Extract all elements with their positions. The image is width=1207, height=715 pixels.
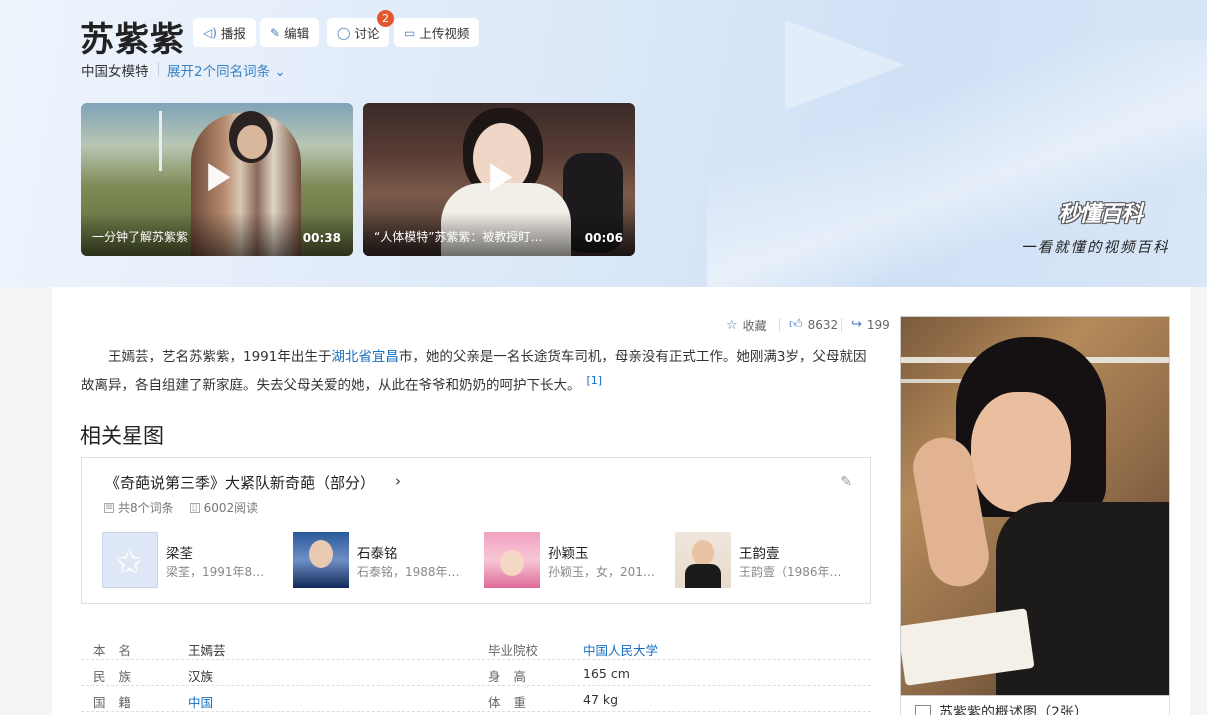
share-button[interactable]: ↪ 199 bbox=[851, 317, 890, 332]
divider bbox=[779, 318, 780, 332]
star-map-person[interactable]: 孙颖玉 孙颖玉，女，2016… bbox=[484, 532, 664, 588]
play-icon bbox=[208, 162, 231, 191]
info-value: 汉族 bbox=[188, 669, 214, 684]
header-banner: 苏紫紫 ◁) 播报 ✎ 编辑 ◯ 讨论 2 ▭ 上传视频 中国女模特 展开2个同… bbox=[0, 0, 1207, 287]
person-name: 孙颖玉 bbox=[548, 546, 589, 562]
star-map-person[interactable]: ✩ 梁荃 梁荃，1991年8月… bbox=[102, 532, 282, 588]
info-value-link[interactable]: 中国人民大学 bbox=[583, 640, 658, 659]
avatar bbox=[675, 532, 731, 588]
broadcast-label: 播报 bbox=[220, 26, 246, 41]
avatar-detail bbox=[500, 550, 524, 576]
basic-info-row: 民族 汉族 身高 165 cm bbox=[81, 660, 871, 686]
chat-bubble-icon: ◯ bbox=[337, 25, 351, 40]
banner-decoration bbox=[785, 20, 905, 110]
upload-video-button[interactable]: ▭ 上传视频 bbox=[394, 18, 480, 47]
favorite-label: 收藏 bbox=[742, 319, 767, 333]
read-count: 6002阅读 bbox=[203, 501, 259, 515]
person-name: 石泰铭 bbox=[357, 546, 398, 562]
pencil-icon: ✎ bbox=[270, 25, 281, 40]
basic-info-row: 国籍 中国 体重 47 kg bbox=[81, 686, 871, 712]
star-map-person[interactable]: 石泰铭 石泰铭，1988年8… bbox=[293, 532, 473, 588]
video-card[interactable]: 一分钟了解苏紫紫 00:38 bbox=[81, 103, 353, 256]
favorite-button[interactable]: ☆ 收藏 bbox=[726, 317, 767, 334]
broadcast-button[interactable]: ◁) 播报 bbox=[193, 18, 256, 47]
video-duration: 00:38 bbox=[302, 231, 341, 245]
edit-label: 编辑 bbox=[284, 26, 310, 41]
star-icon: ☆ bbox=[726, 318, 738, 333]
basic-info-row: 本名 王嫣芸 毕业院校 中国人民大学 bbox=[81, 634, 871, 660]
expand-label: 展开2个同名词条 bbox=[167, 64, 271, 80]
person-name: 梁荃 bbox=[166, 546, 193, 562]
play-icon bbox=[490, 162, 513, 191]
chevron-right-icon[interactable]: › bbox=[395, 472, 401, 490]
list-icon: ≡ bbox=[104, 501, 114, 513]
chevron-down-icon: ⌄ bbox=[274, 64, 286, 80]
video-title: 一分钟了解苏紫紫 bbox=[92, 230, 189, 244]
pencil-icon[interactable]: ✎ bbox=[840, 474, 852, 490]
upload-video-label: 上传视频 bbox=[419, 26, 470, 41]
thumbs-up-icon: 👍︎ bbox=[789, 317, 803, 332]
share-count: 199 bbox=[866, 317, 890, 332]
entry-count: 共8个词条 bbox=[118, 501, 174, 515]
info-value: 47 kg bbox=[583, 692, 619, 707]
intro-text: 王嫣芸，艺名苏紫紫，1991年出生于 bbox=[108, 349, 332, 365]
info-key: 体重 bbox=[488, 695, 540, 710]
image-icon bbox=[915, 705, 931, 715]
star-map-title[interactable]: 《奇葩说第三季》大紧队新奇葩（部分） bbox=[105, 472, 375, 493]
summary-photo[interactable] bbox=[900, 316, 1170, 696]
hometown-link[interactable]: 湖北省宜昌 bbox=[331, 349, 399, 365]
divider bbox=[841, 318, 842, 332]
video-card[interactable]: “人体模特”苏紫紫：被教授盯着不放… 00:06 bbox=[363, 103, 635, 256]
photo-detail bbox=[971, 392, 1071, 512]
avatar-detail bbox=[685, 564, 721, 588]
entry-subtitle: 中国女模特 bbox=[81, 64, 149, 80]
brand-slogan: 一看就懂的视频百科 bbox=[1021, 240, 1170, 256]
summary-photo-caption[interactable]: 苏紫紫的概述图（2张） bbox=[900, 696, 1170, 715]
share-icon: ↪ bbox=[851, 317, 862, 332]
person-desc: 孙颖玉，女，2016… bbox=[548, 565, 656, 579]
person-desc: 梁荃，1991年8月… bbox=[166, 565, 274, 579]
info-key: 身高 bbox=[488, 669, 540, 684]
info-key: 毕业院校 bbox=[488, 643, 539, 658]
edit-button[interactable]: ✎ 编辑 bbox=[260, 18, 320, 47]
info-value-link[interactable]: 中国 bbox=[188, 692, 213, 711]
avatar-detail bbox=[309, 540, 333, 568]
avatar: ✩ bbox=[102, 532, 158, 588]
info-key: 国籍 bbox=[93, 695, 145, 710]
video-duration: 00:06 bbox=[584, 231, 623, 245]
caption-text: 苏紫紫的概述图（2张） bbox=[939, 705, 1088, 715]
expand-homonyms-link[interactable]: 展开2个同名词条 ⌄ bbox=[167, 60, 286, 80]
avatar-detail bbox=[692, 540, 714, 566]
brand-logo: 秒懂百科 bbox=[1058, 202, 1143, 227]
like-button[interactable]: 👍︎ 8632 bbox=[789, 317, 838, 332]
star-map-heading: 相关星图 bbox=[80, 424, 164, 448]
info-value: 王嫣芸 bbox=[188, 643, 226, 658]
star-map-person[interactable]: 王韵壹 王韵壹（1986年6… bbox=[675, 532, 855, 588]
person-desc: 石泰铭，1988年8… bbox=[357, 565, 465, 579]
reference-link[interactable]: [1] bbox=[587, 374, 603, 387]
person-desc: 王韵壹（1986年6… bbox=[739, 565, 847, 579]
person-name: 王韵壹 bbox=[739, 546, 780, 562]
like-count: 8632 bbox=[807, 317, 839, 332]
video-camera-icon: ▭ bbox=[404, 25, 416, 40]
discuss-label: 讨论 bbox=[354, 26, 380, 41]
video-title: “人体模特”苏紫紫：被教授盯着不放… bbox=[374, 230, 554, 244]
book-icon: ▯ bbox=[189, 502, 200, 513]
avatar bbox=[484, 532, 540, 588]
info-value: 165 cm bbox=[583, 666, 630, 681]
star-map-box: 《奇葩说第三季》大紧队新奇葩（部分） › ✎ ≡ 共8个词条 ▯ 6002阅读 … bbox=[81, 457, 871, 604]
info-key: 民族 bbox=[93, 669, 145, 684]
star-placeholder-icon: ✩ bbox=[116, 543, 143, 581]
discuss-count-badge: 2 bbox=[377, 10, 394, 27]
info-key: 本名 bbox=[93, 643, 145, 658]
page-title: 苏紫紫 bbox=[80, 20, 185, 60]
avatar bbox=[293, 532, 349, 588]
divider bbox=[158, 62, 159, 76]
video-thumbnail-detail bbox=[159, 111, 162, 171]
video-thumbnail-detail bbox=[237, 125, 267, 159]
star-map-stats: ≡ 共8个词条 ▯ 6002阅读 bbox=[104, 499, 258, 516]
intro-paragraph: 王嫣芸，艺名苏紫紫，1991年出生于湖北省宜昌市，她的父亲是一名长途货车司机，母… bbox=[81, 345, 871, 398]
speaker-icon: ◁) bbox=[203, 25, 217, 40]
